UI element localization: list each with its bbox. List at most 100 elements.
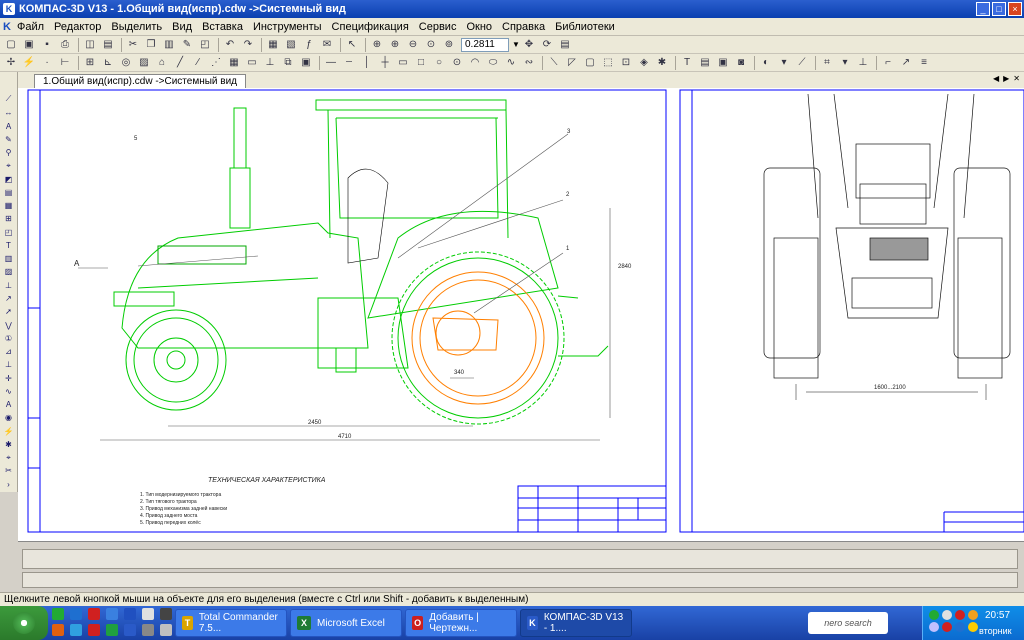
line-icon[interactable]: ╱ [172, 56, 188, 70]
zoom-out-icon[interactable]: ⊖ [405, 38, 421, 52]
menu-insert[interactable]: Вставка [197, 21, 248, 33]
editing-icon[interactable]: ✎ [2, 134, 15, 145]
arc-icon[interactable]: ◠ [467, 56, 483, 70]
point-icon[interactable]: ∙ [39, 56, 55, 70]
scissors-left-icon[interactable]: ✂ [2, 465, 15, 476]
more-tools-icon[interactable]: ≡ [916, 56, 932, 70]
spec-tools-icon[interactable]: ▤ [2, 187, 15, 198]
open-folder-icon[interactable]: ▣ [21, 38, 37, 52]
quicklaunch-icon[interactable] [70, 624, 82, 636]
clock[interactable]: 20:57 [985, 610, 1010, 621]
menu-file[interactable]: Файл [12, 21, 49, 33]
table-left-icon[interactable]: ▥ [2, 253, 15, 264]
reports-icon[interactable]: ▦ [2, 200, 15, 211]
copy-object-icon[interactable]: ⧉ [280, 56, 296, 70]
task-total-commander[interactable]: T Total Commander 7.5... [175, 609, 287, 637]
crosshair-icon[interactable]: ⌖ [2, 452, 15, 463]
print-icon[interactable]: ⎙ [57, 38, 73, 52]
square-icon[interactable]: □ [413, 56, 429, 70]
mirror-icon[interactable]: ⊥ [262, 56, 278, 70]
tray-icon[interactable] [955, 610, 965, 620]
start-button[interactable] [0, 606, 48, 640]
save-icon[interactable]: ▪ [39, 38, 55, 52]
menu-tools[interactable]: Инструменты [248, 21, 327, 33]
quicklaunch-icon[interactable] [124, 624, 136, 636]
table-icon[interactable]: ▦ [226, 56, 242, 70]
preview-icon[interactable]: ◫ [82, 38, 98, 52]
circle-icon[interactable]: ○ [431, 56, 447, 70]
properties-icon[interactable]: ◰ [197, 38, 213, 52]
tray-icon[interactable] [929, 622, 939, 632]
position-icon[interactable]: ① [2, 333, 15, 344]
quicklaunch-icon[interactable] [142, 624, 154, 636]
arrow-view-icon[interactable]: ➚ [2, 306, 15, 317]
table-tool-icon[interactable]: ▤ [697, 56, 713, 70]
insertion-icon[interactable]: ⊞ [2, 213, 15, 224]
wave-icon[interactable]: ∿ [2, 386, 15, 397]
cut-icon[interactable]: ✂ [125, 38, 141, 52]
cut-line-icon[interactable]: ⋁ [2, 320, 15, 331]
ellipse-icon[interactable]: ⬭ [485, 56, 501, 70]
drawing-canvas[interactable]: A 3 2 1 5 4710 2450 2840 340 1600...2100… [18, 88, 1024, 541]
offset-icon[interactable]: ▢ [582, 56, 598, 70]
fill-icon[interactable]: ▣ [715, 56, 731, 70]
parametrization-icon[interactable]: ⚲ [2, 147, 15, 158]
round-icon[interactable]: ◎ [118, 56, 134, 70]
chamfer-icon[interactable]: ◸ [564, 56, 580, 70]
dim-icon[interactable]: ◈ [636, 56, 652, 70]
base-icon[interactable]: ⊥ [2, 280, 15, 291]
note-icon[interactable]: A [2, 399, 15, 410]
tray-icon[interactable] [929, 610, 939, 620]
star-icon[interactable]: ✱ [2, 439, 15, 450]
nero-search-box[interactable]: nero search [808, 612, 888, 634]
designations-icon[interactable]: A [2, 121, 15, 132]
zoom-in-icon[interactable]: ⊕ [387, 38, 403, 52]
center-icon[interactable]: ✛ [2, 373, 15, 384]
menu-system-icon[interactable]: K [2, 21, 12, 33]
task-excel[interactable]: X Microsoft Excel [290, 609, 402, 637]
zoom-window-icon[interactable]: ⊕ [369, 38, 385, 52]
quicklaunch-icon[interactable] [142, 608, 154, 620]
close-button[interactable]: × [1008, 2, 1022, 16]
menu-service[interactable]: Сервис [414, 21, 462, 33]
quicklaunch-icon[interactable] [160, 624, 172, 636]
quicklaunch-icon[interactable] [106, 624, 118, 636]
copy-icon[interactable]: ❐ [143, 38, 159, 52]
snap-icon[interactable]: ⚡ [21, 56, 37, 70]
cursor-icon[interactable]: ✢ [3, 56, 19, 70]
menu-help[interactable]: Справка [497, 21, 550, 33]
quicklaunch-icon[interactable] [52, 608, 64, 620]
equidistant-icon[interactable]: ⬚ [600, 56, 616, 70]
ruler-icon[interactable]: ⟋ [794, 56, 810, 70]
step-icon[interactable]: ⌐ [880, 56, 896, 70]
leader-left-icon[interactable]: ↗ [2, 293, 15, 304]
highlight-icon[interactable]: ◉ [2, 412, 15, 423]
dimensions-icon[interactable]: ↔ [2, 107, 15, 118]
flash-icon[interactable]: ⚡ [2, 426, 15, 437]
menu-window[interactable]: Окно [461, 21, 497, 33]
angle-icon[interactable]: ⊥ [855, 56, 871, 70]
layers-icon[interactable]: ▤ [557, 38, 573, 52]
menu-libraries[interactable]: Библиотеки [550, 21, 620, 33]
spline-icon[interactable]: ∿ [503, 56, 519, 70]
menu-editor[interactable]: Редактор [49, 21, 106, 33]
hatch-left-icon[interactable]: ▨ [2, 266, 15, 277]
library-manager-icon[interactable]: ▦ [265, 38, 281, 52]
task-opera[interactable]: O Добавить | Чертежн... [405, 609, 517, 637]
zoom-input[interactable]: 0.2811 [461, 37, 509, 52]
new-document-icon[interactable]: ▢ [3, 38, 19, 52]
tray-icon[interactable] [955, 622, 965, 632]
magnet-snap-icon[interactable]: ◐ [758, 56, 774, 70]
grid-snap-icon[interactable]: ⊞ [82, 56, 98, 70]
menu-select[interactable]: Выделить [106, 21, 167, 33]
axis-icon[interactable]: ⊥ [2, 359, 15, 370]
text-icon[interactable]: ⌂ [154, 56, 170, 70]
manager-icon[interactable]: ▤ [100, 38, 116, 52]
format-brush-icon[interactable]: ✎ [179, 38, 195, 52]
task-kompas[interactable]: K КОМПАС-3D V13 - 1.... [520, 609, 632, 637]
rectangle-icon[interactable]: ▭ [395, 56, 411, 70]
local-cs-icon[interactable]: ⊢ [57, 56, 73, 70]
tab-close-icon[interactable]: ✕ [1013, 74, 1020, 83]
zoom-scale-icon[interactable]: ⊚ [441, 38, 457, 52]
quicklaunch-icon[interactable] [124, 608, 136, 620]
